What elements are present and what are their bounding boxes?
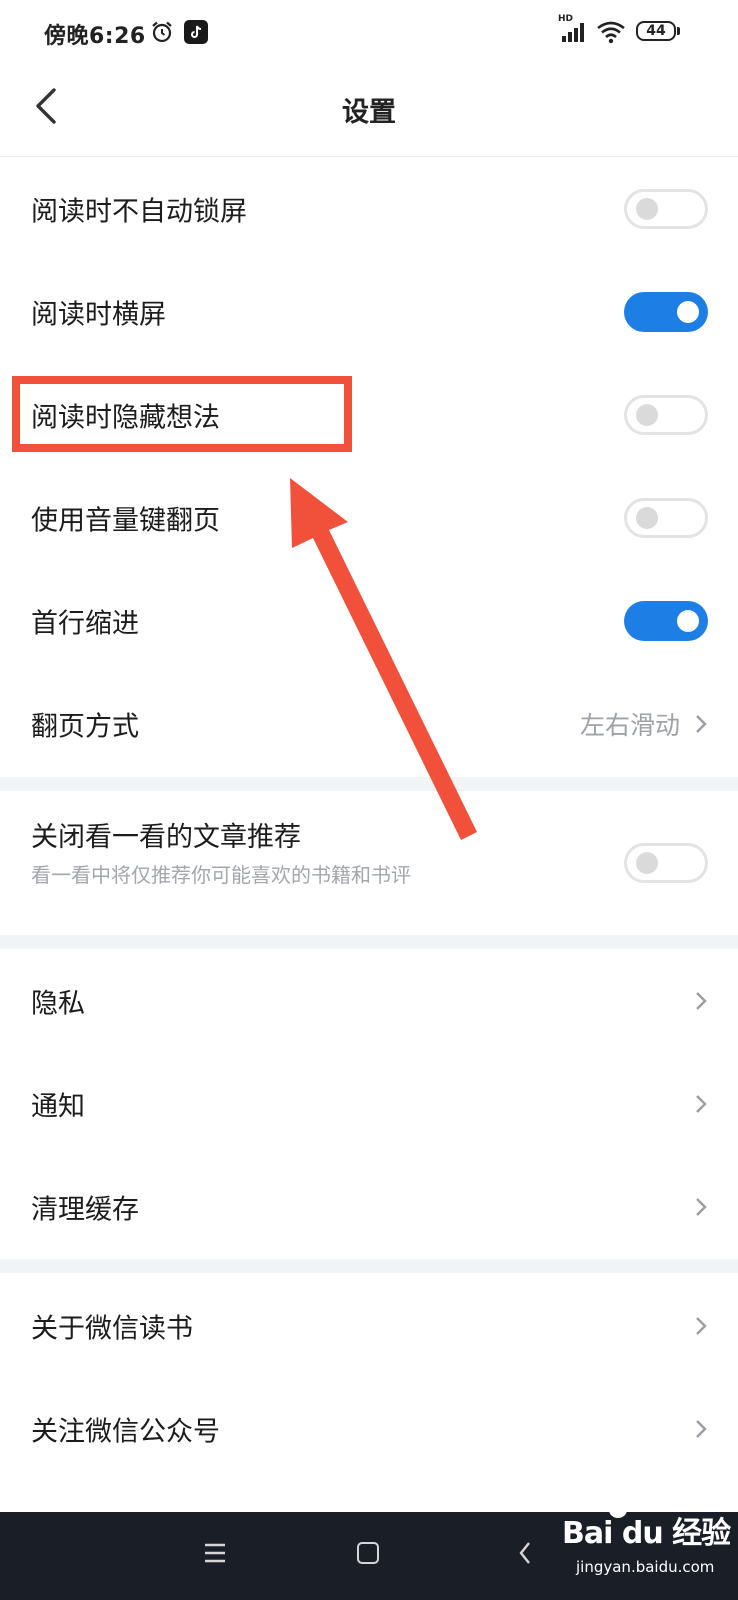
toggle-knob bbox=[636, 852, 658, 874]
setting-row-follow-official-account[interactable]: 关注微信公众号 bbox=[0, 1377, 738, 1480]
setting-label: 阅读时横屏 bbox=[31, 299, 166, 330]
page-header: 设置 bbox=[0, 68, 738, 157]
alarm-icon bbox=[152, 21, 172, 43]
baidu-watermark: Bai du 经验 jingyan.baidu.com bbox=[562, 1486, 734, 1586]
setting-row-clear-cache[interactable]: 清理缓存 bbox=[0, 1155, 738, 1258]
chevron-right-icon bbox=[696, 1094, 707, 1113]
setting-label: 隐私 bbox=[31, 988, 85, 1019]
chevron-right-icon bbox=[696, 991, 707, 1010]
no-auto-lock-toggle[interactable] bbox=[624, 188, 708, 229]
landscape-toggle[interactable] bbox=[624, 291, 708, 332]
tiktok-icon bbox=[184, 20, 208, 44]
setting-label: 使用音量键翻页 bbox=[31, 505, 220, 536]
setting-row-no-auto-lock: 阅读时不自动锁屏 bbox=[0, 157, 738, 260]
setting-label: 翻页方式 bbox=[31, 711, 139, 742]
first-line-indent-toggle[interactable] bbox=[624, 600, 708, 641]
chevron-right-icon bbox=[696, 714, 707, 733]
setting-row-about[interactable]: 关于微信读书 bbox=[0, 1274, 738, 1377]
system-back-icon[interactable] bbox=[517, 1540, 533, 1566]
setting-label: 清理缓存 bbox=[31, 1194, 139, 1225]
page-title: 设置 bbox=[342, 97, 396, 128]
watermark-site: jingyan.baidu.com bbox=[576, 1558, 715, 1576]
signal-icon bbox=[562, 23, 584, 42]
setting-row-notifications[interactable]: 通知 bbox=[0, 1052, 738, 1155]
section-divider bbox=[0, 1259, 738, 1273]
volume-key-paging-toggle[interactable] bbox=[624, 497, 708, 538]
setting-label: 关注微信公众号 bbox=[31, 1416, 220, 1447]
chevron-right-icon bbox=[696, 1197, 707, 1216]
setting-row-privacy[interactable]: 隐私 bbox=[0, 949, 738, 1052]
setting-label: 首行缩进 bbox=[31, 608, 139, 639]
toggle-knob bbox=[677, 609, 699, 632]
toggle-knob bbox=[677, 300, 699, 323]
battery-tip bbox=[677, 27, 680, 35]
section-divider bbox=[0, 935, 738, 949]
status-time: 傍晚6:26 bbox=[44, 24, 146, 49]
toggle-knob bbox=[636, 403, 658, 426]
wifi-icon bbox=[597, 21, 625, 44]
toggle-knob bbox=[636, 506, 658, 529]
annotation-highlight-box bbox=[12, 376, 352, 452]
watermark-brand: Bai du 经验 bbox=[562, 1516, 731, 1551]
hide-thoughts-toggle[interactable] bbox=[624, 394, 708, 435]
setting-row-landscape: 阅读时横屏 bbox=[0, 260, 738, 363]
setting-description: 看一看中将仅推荐你可能喜欢的书籍和书评 bbox=[31, 863, 411, 887]
annotation-arrow bbox=[290, 478, 477, 840]
menu-icon[interactable] bbox=[203, 1540, 227, 1566]
chevron-right-icon bbox=[696, 1316, 707, 1335]
battery-indicator: 44 bbox=[636, 21, 676, 41]
setting-label: 阅读时不自动锁屏 bbox=[31, 196, 247, 227]
setting-label: 关于微信读书 bbox=[31, 1313, 193, 1344]
close-recommend-toggle[interactable] bbox=[624, 843, 708, 883]
setting-label: 关闭看一看的文章推荐 bbox=[31, 822, 301, 853]
status-bar: 傍晚6:26 HD 44 bbox=[0, 0, 738, 68]
toggle-knob bbox=[636, 197, 658, 220]
setting-label: 通知 bbox=[31, 1091, 85, 1122]
page-turn-mode-value: 左右滑动 bbox=[579, 710, 680, 740]
chevron-right-icon bbox=[696, 1419, 707, 1438]
home-square-icon[interactable] bbox=[357, 1542, 379, 1564]
